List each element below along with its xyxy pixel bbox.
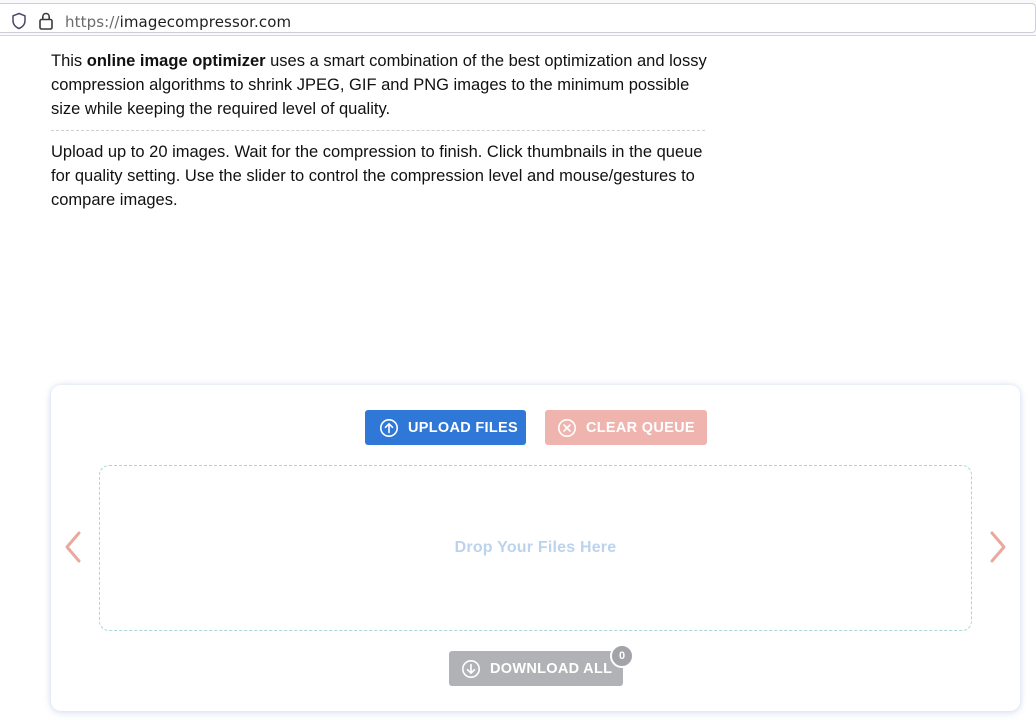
- download-all-button[interactable]: DOWNLOAD ALL: [449, 651, 623, 686]
- shield-icon[interactable]: [10, 12, 28, 30]
- arrow-down-circle-icon: [462, 659, 480, 678]
- url-host: imagecompressor.com: [119, 13, 292, 31]
- arrow-up-circle-icon: [380, 418, 398, 437]
- address-bar[interactable]: https://imagecompressor.com: [0, 3, 1036, 33]
- instructions-paragraph: Upload up to 20 images. Wait for the com…: [51, 140, 711, 212]
- clear-queue-label: CLEAR QUEUE: [586, 419, 695, 436]
- uploader-card: UPLOAD FILES CLEAR QUEUE Drop Your Files…: [51, 385, 1020, 711]
- chevron-left-icon[interactable]: [61, 530, 85, 564]
- x-circle-icon: [558, 418, 576, 437]
- upload-files-label: UPLOAD FILES: [408, 419, 518, 436]
- intro-paragraph: This online image optimizer uses a smart…: [51, 49, 711, 121]
- dropzone-label: Drop Your Files Here: [454, 539, 617, 556]
- lock-icon[interactable]: [38, 11, 54, 31]
- chevron-right-icon[interactable]: [986, 530, 1010, 564]
- download-count-badge: 0: [610, 644, 634, 668]
- instructions-text: Upload up to 20 images. Wait for the com…: [51, 143, 703, 209]
- url-scheme: https://: [65, 13, 120, 31]
- url-text[interactable]: https://imagecompressor.com: [65, 13, 291, 31]
- intro-text-pre: This: [51, 52, 87, 70]
- upload-files-button[interactable]: UPLOAD FILES: [365, 410, 526, 445]
- browser-toolbar: https://imagecompressor.com: [0, 0, 1036, 36]
- intro-highlight: online image optimizer: [86, 52, 266, 70]
- clear-queue-button[interactable]: CLEAR QUEUE: [545, 410, 707, 445]
- download-all-label: DOWNLOAD ALL: [490, 660, 613, 677]
- file-dropzone[interactable]: Drop Your Files Here: [99, 465, 972, 631]
- dashed-divider: [51, 130, 705, 131]
